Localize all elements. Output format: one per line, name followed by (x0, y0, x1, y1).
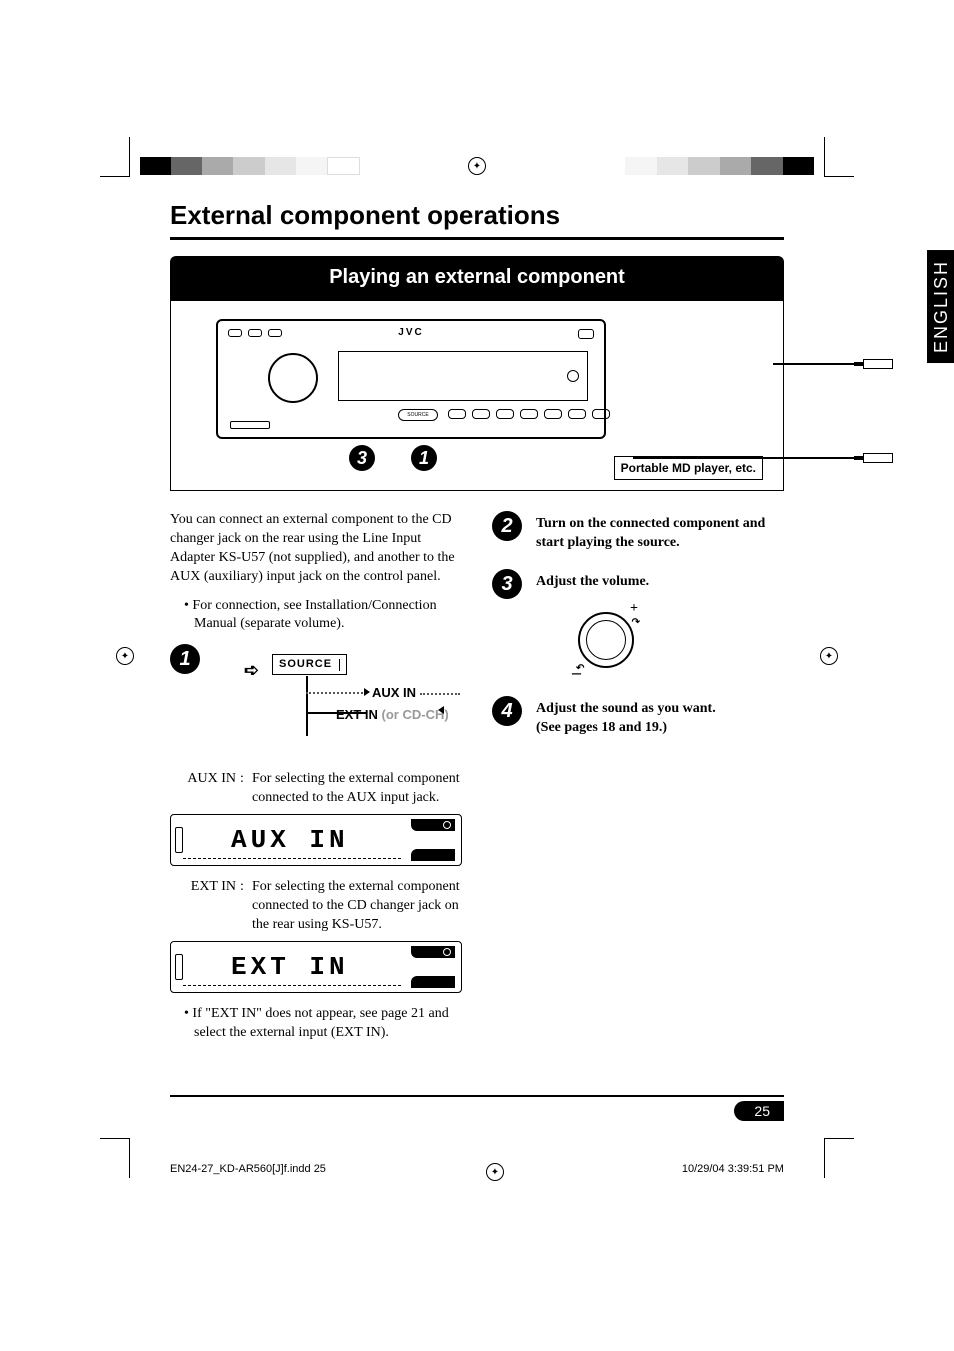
source-button-icon: SOURCE (398, 409, 438, 421)
left-column: You can connect an external component to… (170, 511, 462, 1053)
bottom-register-bar (0, 1138, 954, 1156)
step-4-text-line2: (See pages 18 and 19.) (536, 719, 784, 738)
cable-icon (773, 357, 893, 371)
aux-in-definition: For selecting the external component con… (252, 770, 462, 808)
volume-dial-icon (268, 353, 318, 403)
ext-in-term: EXT IN (170, 878, 236, 935)
heading-rule (170, 237, 784, 240)
step-callout-3: 3 (349, 445, 375, 471)
volume-knob-diagram: + – ↷↶ (566, 600, 646, 680)
note-bullet: For connection, see Installation/Connect… (184, 597, 462, 635)
density-bars-right (594, 157, 814, 175)
section-heading: External component operations (170, 200, 784, 231)
press-arrow-icon: ➪ (244, 658, 259, 682)
crop-mark (100, 1138, 130, 1178)
crop-mark (100, 137, 130, 177)
ext-in-arrow-label: EXT IN (336, 707, 378, 722)
subsection-banner: Playing an external component (170, 256, 784, 301)
register-mark-icon: ✦ (486, 1163, 504, 1181)
ext-in-definition: For selecting the external component con… (252, 878, 462, 935)
step-4: 4 Adjust the sound as you want. (See pag… (492, 696, 784, 738)
hero-figure: JVC SOURCE 3 1 Portable MD player, etc. (170, 301, 784, 491)
step-2-text: Turn on the connected component and star… (536, 511, 784, 553)
aux-in-term: AUX IN (170, 770, 236, 808)
step-2: 2 Turn on the connected component and st… (492, 511, 784, 553)
note-bullet-2: If "EXT IN" does not appear, see page 21… (184, 1005, 462, 1043)
register-mark-icon: ✦ (820, 647, 838, 665)
step-number-1: 1 (170, 644, 200, 674)
brand-label: JVC (398, 327, 423, 338)
step-4-text-line1: Adjust the sound as you want. (536, 700, 784, 719)
intro-paragraph: You can connect an external component to… (170, 511, 462, 587)
step-number-3: 3 (492, 569, 522, 599)
page-number: 25 (734, 1101, 784, 1121)
register-mark-icon: ✦ (468, 157, 486, 175)
lcd-text: AUX IN (231, 823, 349, 858)
source-button-diagram: ➪ SOURCE AUX IN EXT IN (or CD-CH) (244, 654, 462, 744)
register-mark-icon: ✦ (116, 647, 134, 665)
plug-icon (863, 453, 893, 463)
print-footer: EN24-27_KD-AR560[J]f.indd 25 ✦ 10/29/04 … (170, 1163, 784, 1181)
density-bars-left (140, 157, 360, 175)
lcd-text: EXT IN (231, 950, 349, 985)
footer-file: EN24-27_KD-AR560[J]f.indd 25 (170, 1163, 326, 1181)
footer-timestamp: 10/29/04 3:39:51 PM (682, 1163, 784, 1181)
crop-mark (824, 137, 854, 177)
step-number-4: 4 (492, 696, 522, 726)
step-1: 1 ➪ SOURCE AUX IN EXT IN (or CD-CH) (170, 644, 462, 754)
step-3: 3 Adjust the volume. + – ↷↶ (492, 569, 784, 680)
crop-mark (824, 1138, 854, 1178)
page-content: External component operations Playing an… (170, 200, 784, 1151)
right-column: 2 Turn on the connected component and st… (492, 511, 784, 1053)
footer-rule (170, 1095, 784, 1097)
language-tab: ENGLISH (927, 250, 954, 363)
car-stereo-illustration: JVC SOURCE (216, 319, 606, 439)
top-register-bar: ✦ (0, 157, 954, 175)
step-callout-1: 1 (411, 445, 437, 471)
source-button-label: SOURCE (272, 654, 347, 675)
step-3-text: Adjust the volume. (536, 573, 784, 592)
step-number-2: 2 (492, 511, 522, 541)
lcd-aux-in: AUX IN (170, 814, 462, 866)
lcd-ext-in: EXT IN (170, 941, 462, 993)
device-label-box: Portable MD player, etc. (614, 456, 763, 480)
aux-in-arrow-label: AUX IN (372, 685, 416, 700)
plug-icon (863, 359, 893, 369)
